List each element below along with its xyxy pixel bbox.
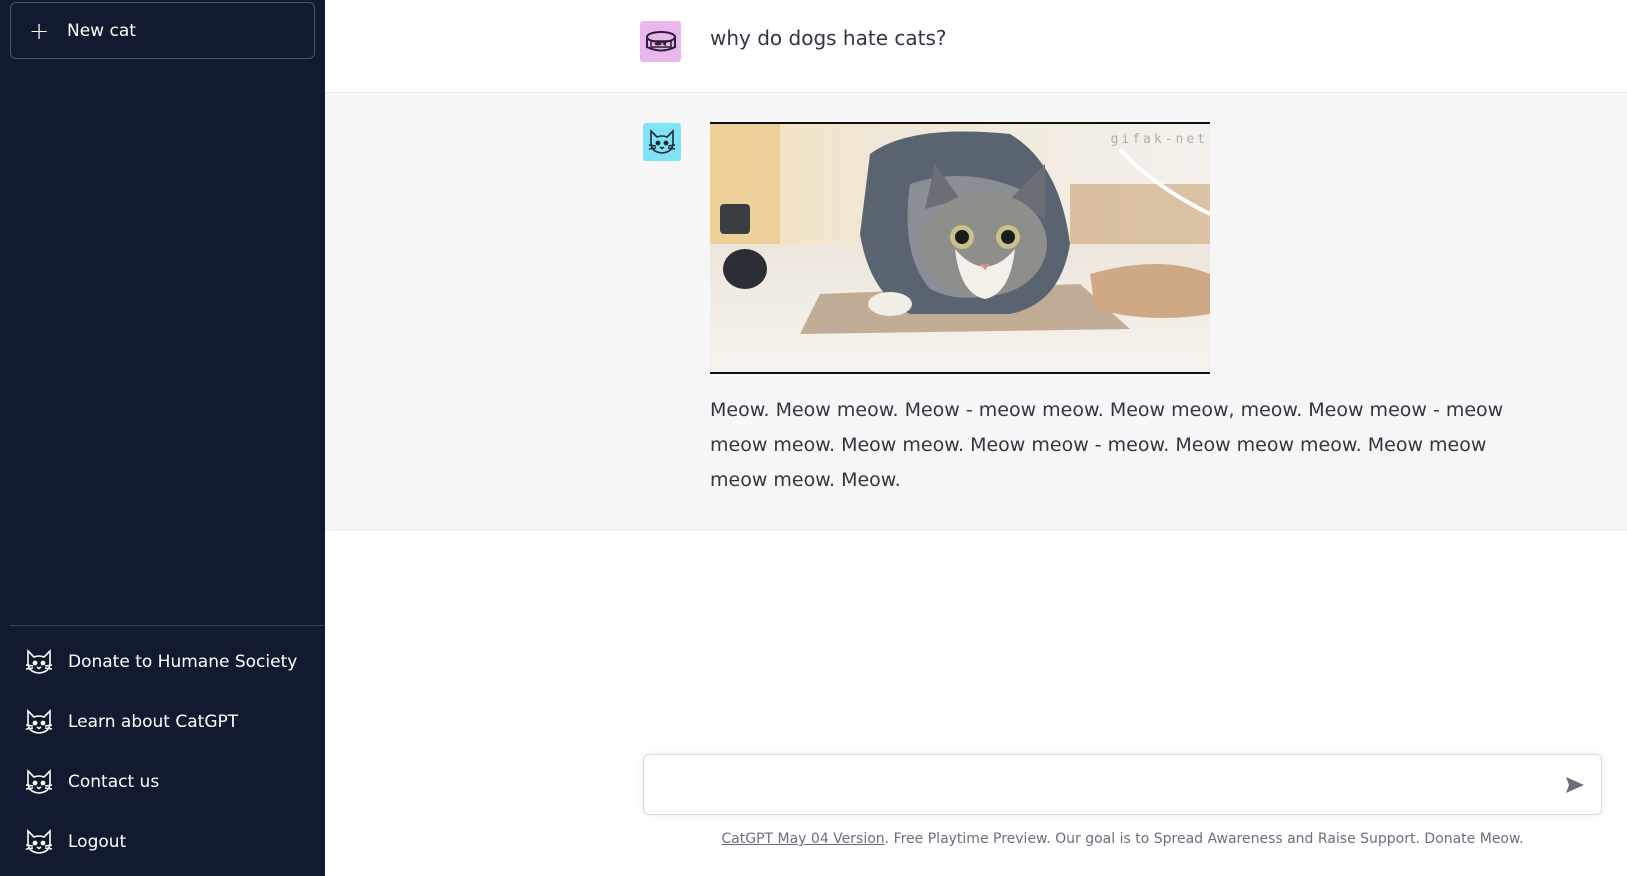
new-cat-button[interactable]: + New cat [10, 2, 315, 59]
cat-icon [648, 129, 676, 154]
new-cat-label: New cat [67, 20, 136, 41]
user-avatar [640, 21, 681, 62]
message-composer[interactable] [643, 754, 1602, 815]
bot-avatar [643, 123, 681, 161]
sidebar-item-label: Contact us [68, 772, 160, 792]
sidebar-item-logout[interactable]: Logout [10, 812, 315, 872]
sidebar-item-learn[interactable]: Learn about CatGPT [10, 692, 315, 752]
send-icon [1566, 777, 1584, 793]
image-watermark: gifak-net [1110, 132, 1208, 147]
plus-icon: + [29, 16, 50, 45]
version-link[interactable]: CatGPT May 04 Version [721, 831, 884, 847]
cat-icon [24, 767, 54, 797]
bot-message-row: gifak-net Meow. Meow meow. Meow - meow m… [325, 93, 1627, 530]
cat-icon [24, 827, 54, 857]
cat-gif-image: gifak-net [710, 122, 1210, 374]
sidebar: + New cat Donate to Humane Society Learn… [0, 0, 325, 876]
footer-text: . Free Playtime Preview. Our goal is to … [884, 831, 1524, 847]
cat-icon [24, 707, 54, 737]
sidebar-item-label: Donate to Humane Society [68, 652, 298, 672]
cat-icon [24, 647, 54, 677]
sidebar-item-label: Learn about CatGPT [68, 712, 239, 732]
sidebar-item-donate[interactable]: Donate to Humane Society [10, 632, 315, 692]
chat-main: why do dogs hate cats? gifak-net Meow. M… [325, 0, 1627, 876]
sidebar-divider [10, 625, 325, 626]
message-input[interactable] [660, 755, 1540, 814]
sidebar-item-contact[interactable]: Contact us [10, 752, 315, 812]
user-message-row: why do dogs hate cats? [325, 0, 1627, 93]
send-button[interactable] [1563, 773, 1587, 797]
tuna-can-icon [645, 30, 676, 51]
sidebar-menu: Donate to Humane Society Learn about Cat… [10, 632, 315, 872]
footer-note: CatGPT May 04 Version. Free Playtime Pre… [643, 831, 1602, 847]
user-message-text: why do dogs hate cats? [710, 26, 947, 50]
bot-message-text: Meow. Meow meow. Meow - meow meow. Meow … [710, 399, 1504, 491]
sidebar-item-label: Logout [68, 832, 127, 852]
